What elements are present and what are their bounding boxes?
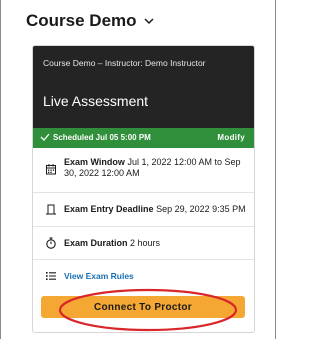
- exam-window-row: Exam Window Jul 1, 2022 12:00 AM to Sep …: [33, 148, 254, 193]
- course-selector[interactable]: Course Demo: [26, 9, 155, 33]
- assessment-title: Live Assessment: [43, 93, 149, 109]
- view-exam-rules-row[interactable]: View Exam Rules: [33, 259, 254, 293]
- list-icon: [46, 272, 56, 280]
- frame-right-border: [275, 0, 276, 339]
- modify-link[interactable]: Modify: [217, 133, 245, 142]
- instructor-line: Course Demo – Instructor: Demo Instructo…: [43, 58, 206, 68]
- schedule-status-bar: Scheduled Jul 05 5:00 PM Modify: [33, 128, 254, 148]
- exam-entry-deadline-row: Exam Entry Deadline Sep 29, 2022 9:35 PM: [33, 192, 254, 227]
- stopwatch-icon: [46, 237, 56, 249]
- chevron-down-icon: [144, 18, 154, 25]
- connect-to-proctor-button[interactable]: Connect To Proctor: [41, 296, 245, 318]
- course-title: Course Demo: [26, 11, 137, 30]
- exam-entry-deadline-text: Exam Entry Deadline Sep 29, 2022 9:35 PM: [64, 204, 246, 215]
- scheduled-text: Scheduled Jul 05 5:00 PM: [53, 133, 151, 142]
- exam-entry-deadline-label: Exam Entry Deadline: [64, 204, 154, 214]
- check-icon: [40, 133, 50, 141]
- exam-duration-value: 2 hours: [130, 238, 161, 248]
- exam-entry-deadline-value: Sep 29, 2022 9:35 PM: [156, 204, 246, 214]
- calendar-icon: [46, 164, 56, 175]
- exam-duration-row: Exam Duration 2 hours: [33, 226, 254, 260]
- frame-left-border: [0, 0, 1, 339]
- assessment-header: Course Demo – Instructor: Demo Instructo…: [33, 46, 254, 128]
- exam-window-label: Exam Window: [64, 157, 125, 167]
- assessment-card: Course Demo – Instructor: Demo Instructo…: [32, 45, 255, 333]
- exam-duration-text: Exam Duration 2 hours: [64, 238, 246, 249]
- deadline-icon: [46, 204, 56, 215]
- exam-duration-label: Exam Duration: [64, 238, 128, 248]
- exam-window-text: Exam Window Jul 1, 2022 12:00 AM to Sep …: [64, 157, 246, 179]
- view-exam-rules-link[interactable]: View Exam Rules: [64, 271, 246, 282]
